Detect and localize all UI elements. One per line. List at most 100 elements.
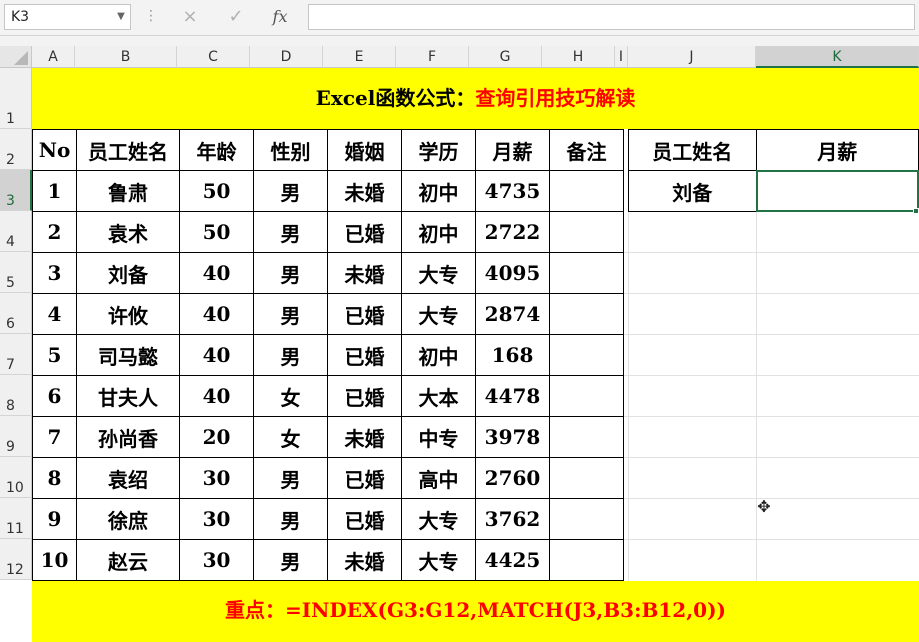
- row-header-6[interactable]: 6: [0, 293, 32, 334]
- table-cell[interactable]: 大专: [401, 539, 476, 581]
- table-cell[interactable]: 赵云: [76, 539, 180, 581]
- table-cell[interactable]: 初中: [401, 170, 476, 212]
- table-cell[interactable]: [549, 334, 624, 376]
- enter-icon[interactable]: ✓: [221, 4, 251, 30]
- table-cell[interactable]: 袁绍: [76, 457, 180, 499]
- column-header-a[interactable]: A: [32, 46, 75, 68]
- table-cell[interactable]: 甘夫人: [76, 375, 180, 417]
- table-cell[interactable]: 徐庶: [76, 498, 180, 540]
- table-cell[interactable]: 50: [179, 211, 254, 253]
- table-cell[interactable]: 司马懿: [76, 334, 180, 376]
- column-header-d[interactable]: D: [250, 46, 323, 68]
- column-header-i[interactable]: I: [615, 46, 628, 68]
- name-box[interactable]: K3: [4, 4, 131, 30]
- table-cell[interactable]: [549, 457, 624, 499]
- table-cell[interactable]: 40: [179, 252, 254, 294]
- table-cell[interactable]: 男: [253, 293, 328, 335]
- row-header-10[interactable]: 10: [0, 457, 32, 498]
- table-cell[interactable]: 168: [475, 334, 550, 376]
- table-cell[interactable]: 许攸: [76, 293, 180, 335]
- column-header-cell[interactable]: 备注: [549, 129, 624, 171]
- lookup-name-cell[interactable]: 刘备: [628, 170, 757, 212]
- table-cell[interactable]: [549, 252, 624, 294]
- lookup-header-salary[interactable]: 月薪: [755, 129, 919, 171]
- table-cell[interactable]: 4478: [475, 375, 550, 417]
- row-header-7[interactable]: 7: [0, 334, 32, 375]
- table-cell[interactable]: 未婚: [327, 170, 402, 212]
- row-header-5[interactable]: 5: [0, 252, 32, 293]
- table-cell[interactable]: 已婚: [327, 375, 402, 417]
- table-cell[interactable]: [549, 170, 624, 212]
- table-cell[interactable]: [549, 293, 624, 335]
- table-cell[interactable]: 鲁肃: [76, 170, 180, 212]
- row-header-4[interactable]: 4: [0, 211, 32, 252]
- table-cell[interactable]: 4425: [475, 539, 550, 581]
- table-cell[interactable]: 男: [253, 498, 328, 540]
- table-cell[interactable]: [549, 539, 624, 581]
- table-cell[interactable]: 已婚: [327, 498, 402, 540]
- fill-handle[interactable]: [913, 208, 919, 214]
- table-cell[interactable]: 男: [253, 539, 328, 581]
- table-cell[interactable]: 4: [32, 293, 77, 335]
- column-header-h[interactable]: H: [542, 46, 615, 68]
- table-cell[interactable]: 30: [179, 498, 254, 540]
- column-header-g[interactable]: G: [469, 46, 542, 68]
- table-cell[interactable]: 30: [179, 539, 254, 581]
- table-cell[interactable]: 未婚: [327, 539, 402, 581]
- column-header-cell[interactable]: 学历: [401, 129, 476, 171]
- lookup-header-name[interactable]: 员工姓名: [628, 129, 757, 171]
- table-cell[interactable]: 50: [179, 170, 254, 212]
- table-cell[interactable]: 10: [32, 539, 77, 581]
- table-cell[interactable]: 4735: [475, 170, 550, 212]
- table-cell[interactable]: 大专: [401, 293, 476, 335]
- insert-function-button[interactable]: fx: [265, 4, 295, 30]
- table-cell[interactable]: 女: [253, 416, 328, 458]
- column-header-cell[interactable]: 婚姻: [327, 129, 402, 171]
- table-cell[interactable]: 中专: [401, 416, 476, 458]
- table-cell[interactable]: 3978: [475, 416, 550, 458]
- table-cell[interactable]: [549, 498, 624, 540]
- row-header-8[interactable]: 8: [0, 375, 32, 416]
- formula-input[interactable]: [308, 4, 915, 30]
- column-header-cell[interactable]: No: [32, 129, 77, 171]
- column-header-cell[interactable]: 员工姓名: [76, 129, 180, 171]
- cancel-icon[interactable]: ×: [175, 4, 205, 30]
- table-cell[interactable]: 2722: [475, 211, 550, 253]
- drag-handle-icon[interactable]: ⋮: [144, 4, 158, 30]
- column-header-cell[interactable]: 月薪: [475, 129, 550, 171]
- table-cell[interactable]: 男: [253, 211, 328, 253]
- table-cell[interactable]: 初中: [401, 334, 476, 376]
- table-cell[interactable]: 6: [32, 375, 77, 417]
- table-cell[interactable]: 已婚: [327, 457, 402, 499]
- table-cell[interactable]: 40: [179, 334, 254, 376]
- table-cell[interactable]: 男: [253, 457, 328, 499]
- table-cell[interactable]: 女: [253, 375, 328, 417]
- column-header-c[interactable]: C: [177, 46, 250, 68]
- table-cell[interactable]: 40: [179, 293, 254, 335]
- table-cell[interactable]: 2760: [475, 457, 550, 499]
- table-cell[interactable]: 男: [253, 170, 328, 212]
- table-cell[interactable]: 2: [32, 211, 77, 253]
- column-header-k[interactable]: K: [756, 46, 919, 68]
- table-cell[interactable]: 3: [32, 252, 77, 294]
- table-cell[interactable]: [549, 211, 624, 253]
- table-cell[interactable]: [549, 416, 624, 458]
- table-cell[interactable]: 大本: [401, 375, 476, 417]
- table-cell[interactable]: 孙尚香: [76, 416, 180, 458]
- column-header-j[interactable]: J: [628, 46, 756, 68]
- column-header-e[interactable]: E: [323, 46, 396, 68]
- table-cell[interactable]: 未婚: [327, 416, 402, 458]
- table-cell[interactable]: 刘备: [76, 252, 180, 294]
- table-cell[interactable]: 大专: [401, 252, 476, 294]
- table-cell[interactable]: 已婚: [327, 211, 402, 253]
- table-cell[interactable]: [549, 375, 624, 417]
- table-cell[interactable]: 9: [32, 498, 77, 540]
- table-cell[interactable]: 3762: [475, 498, 550, 540]
- row-header-12[interactable]: 12: [0, 539, 32, 580]
- row-header-9[interactable]: 9: [0, 416, 32, 457]
- column-header-b[interactable]: B: [75, 46, 177, 68]
- table-cell[interactable]: 20: [179, 416, 254, 458]
- table-cell[interactable]: 2874: [475, 293, 550, 335]
- table-cell[interactable]: 已婚: [327, 334, 402, 376]
- column-header-cell[interactable]: 性别: [253, 129, 328, 171]
